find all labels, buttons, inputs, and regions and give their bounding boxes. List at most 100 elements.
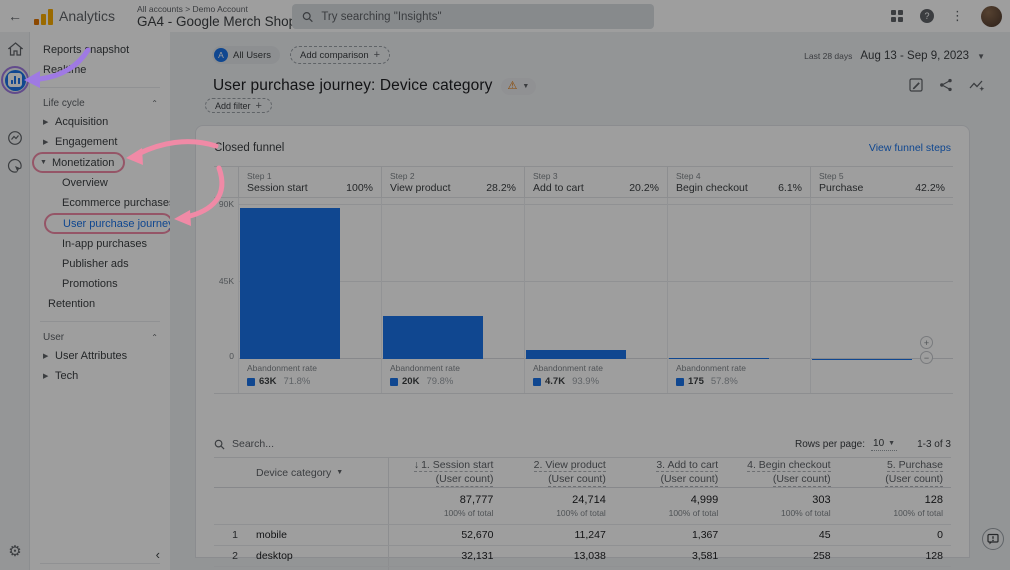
funnel-bar-purchase[interactable]: [812, 359, 912, 360]
search-icon: [214, 439, 225, 450]
funnel-step-header[interactable]: Step 4 Begin checkout6.1%: [667, 167, 810, 197]
share-icon[interactable]: [939, 78, 953, 92]
view-funnel-steps-link[interactable]: View funnel steps: [869, 142, 951, 154]
sidebar-item-publisher-ads[interactable]: Publisher ads: [30, 254, 170, 274]
legend-swatch: [247, 378, 255, 386]
sidebar-item-acquisition[interactable]: ▶Acquisition: [30, 112, 170, 132]
column-header-add-to-cart[interactable]: 3. Add to cart (User count): [614, 458, 726, 487]
funnel-bar-view-product[interactable]: [383, 316, 483, 359]
expand-arrow-icon: ▶: [43, 118, 55, 126]
sidebar-item-retention[interactable]: Retention: [30, 294, 170, 314]
more-menu-icon[interactable]: ⋮: [951, 8, 964, 24]
sidebar-item-realtime[interactable]: Realtime: [30, 60, 170, 80]
sidebar-item-in-app-purchases[interactable]: In-app purchases: [30, 234, 170, 254]
apps-grid-icon[interactable]: [891, 10, 903, 22]
add-comparison-button[interactable]: Add comparison+: [290, 46, 390, 64]
table-totals-row: 87,777100% of total 24,714100% of total …: [214, 488, 951, 524]
sidebar-section-life-cycle[interactable]: Life cycle⌃: [30, 94, 170, 112]
chevron-down-icon: ▼: [336, 469, 343, 476]
pagination-count: 1-3 of 3: [917, 439, 951, 450]
segment-avatar: A: [214, 48, 228, 62]
table-header-row: Device category▼ ↓1. Session start (User…: [214, 457, 951, 488]
table-search[interactable]: [214, 438, 352, 450]
table-row[interactable]: 1mobile 52,670 11,247 1,367 45 0: [214, 524, 951, 545]
table-row[interactable]: 3tablet 2,976 429 51 0 0: [214, 566, 951, 570]
table-search-input[interactable]: [232, 438, 352, 450]
column-header-begin-checkout[interactable]: 4. Begin checkout (User count): [726, 458, 838, 487]
divider: [40, 321, 160, 322]
sidebar-item-tech[interactable]: ▶Tech: [30, 366, 170, 386]
topbar: ← Analytics All accounts > Demo Account …: [0, 0, 1010, 32]
page-title: User purchase journey: Device category: [213, 77, 493, 95]
avatar[interactable]: [981, 6, 1002, 27]
sidebar-item-promotions[interactable]: Promotions: [30, 274, 170, 294]
rows-per-page-select[interactable]: 10▼: [871, 438, 897, 451]
column-header-view-product[interactable]: 2. View product (User count): [501, 458, 613, 487]
insights-icon[interactable]: [969, 78, 985, 92]
abandonment-cell: Abandonment rate 4.7K93.9%: [524, 359, 667, 393]
y-axis-tick: 45K: [214, 276, 234, 286]
plus-icon: +: [256, 100, 262, 112]
warning-icon: ⚠: [508, 81, 518, 92]
advertising-icon[interactable]: [0, 158, 30, 174]
legend-swatch: [676, 378, 684, 386]
search-input[interactable]: [321, 11, 644, 23]
reports-sidebar: Reports snapshot Realtime Life cycle⌃ ▶A…: [30, 32, 170, 570]
report-card: Closed funnel View funnel steps Step 1 S…: [195, 125, 970, 558]
legend-swatch: [390, 378, 398, 386]
divider: [40, 563, 160, 564]
chevron-down-icon: ▼: [977, 52, 985, 61]
sidebar-item-engagement[interactable]: ▶Engagement: [30, 132, 170, 152]
sidebar-item-reports-snapshot[interactable]: Reports snapshot: [30, 40, 170, 60]
data-quality-chip[interactable]: ⚠ ▼: [501, 78, 537, 95]
sidebar-item-user-attributes[interactable]: ▶User Attributes: [30, 346, 170, 366]
analytics-logo-icon: [34, 9, 53, 25]
nav-rail: ⚙: [0, 32, 30, 570]
home-icon[interactable]: [0, 42, 30, 56]
funnel-step-header[interactable]: Step 2 View product28.2%: [381, 167, 524, 197]
column-header-device-category[interactable]: Device category▼: [214, 458, 388, 487]
segment-chip-all-users[interactable]: A All Users: [212, 46, 280, 64]
divider: [40, 87, 160, 88]
funnel-bar-add-to-cart[interactable]: [526, 350, 626, 359]
app-name: Analytics: [59, 8, 115, 25]
date-range-label: Last 28 days: [804, 51, 852, 61]
abandonment-cell-empty: [810, 359, 953, 393]
sidebar-item-ecommerce-purchases[interactable]: Ecommerce purchases: [30, 193, 170, 213]
funnel-step-header[interactable]: Step 3 Add to cart20.2%: [524, 167, 667, 197]
back-arrow-icon[interactable]: ←: [0, 8, 30, 24]
device-cell: desktop: [256, 550, 293, 562]
sidebar-item-user-purchase-journey[interactable]: User purchase journey: [44, 213, 173, 234]
column-header-session-start[interactable]: ↓1. Session start (User count): [389, 458, 501, 487]
funnel-bar-begin-checkout[interactable]: [669, 358, 769, 359]
property-name: GA4 - Google Merch Shop: [137, 14, 296, 29]
main-content: A All Users Add comparison+ Last 28 days…: [170, 32, 1010, 570]
funnel-bar-session-start[interactable]: [240, 208, 340, 359]
gridline-90k: [238, 204, 953, 205]
customize-report-icon[interactable]: [909, 78, 923, 92]
sidebar-item-monetization[interactable]: ▼Monetization: [32, 152, 125, 173]
column-header-purchase[interactable]: 5. Purchase (User count): [839, 458, 951, 487]
feedback-button[interactable]: [982, 528, 1004, 550]
explore-icon[interactable]: [0, 130, 30, 146]
admin-gear-icon[interactable]: ⚙: [0, 542, 30, 560]
zoom-out-button[interactable]: −: [920, 351, 933, 364]
analytics-logo[interactable]: Analytics: [34, 8, 115, 25]
reports-nav-highlight-ring[interactable]: [1, 66, 29, 94]
funnel-step-header[interactable]: Step 5 Purchase42.2%: [810, 167, 953, 197]
funnel-step-header[interactable]: Step 1 Session start100%: [238, 167, 381, 197]
device-cell: mobile: [256, 529, 287, 541]
add-filter-button[interactable]: Add filter+: [205, 98, 272, 113]
global-search[interactable]: [292, 4, 654, 29]
help-icon[interactable]: ?: [920, 9, 934, 23]
table-row[interactable]: 2desktop 32,131 13,038 3,581 258 128: [214, 545, 951, 566]
expand-arrow-icon: ▶: [43, 138, 55, 146]
zoom-in-button[interactable]: +: [920, 336, 933, 349]
search-icon: [302, 11, 313, 23]
sidebar-section-user[interactable]: User⌃: [30, 328, 170, 346]
sidebar-collapse-icon[interactable]: ‹: [156, 547, 160, 562]
date-range-picker[interactable]: Last 28 days Aug 13 - Sep 9, 2023 ▼: [804, 50, 985, 62]
sidebar-item-overview[interactable]: Overview: [30, 173, 170, 193]
abandonment-cell: Abandonment rate 20K79.8%: [381, 359, 524, 393]
account-switcher[interactable]: All accounts > Demo Account GA4 - Google…: [137, 4, 309, 29]
